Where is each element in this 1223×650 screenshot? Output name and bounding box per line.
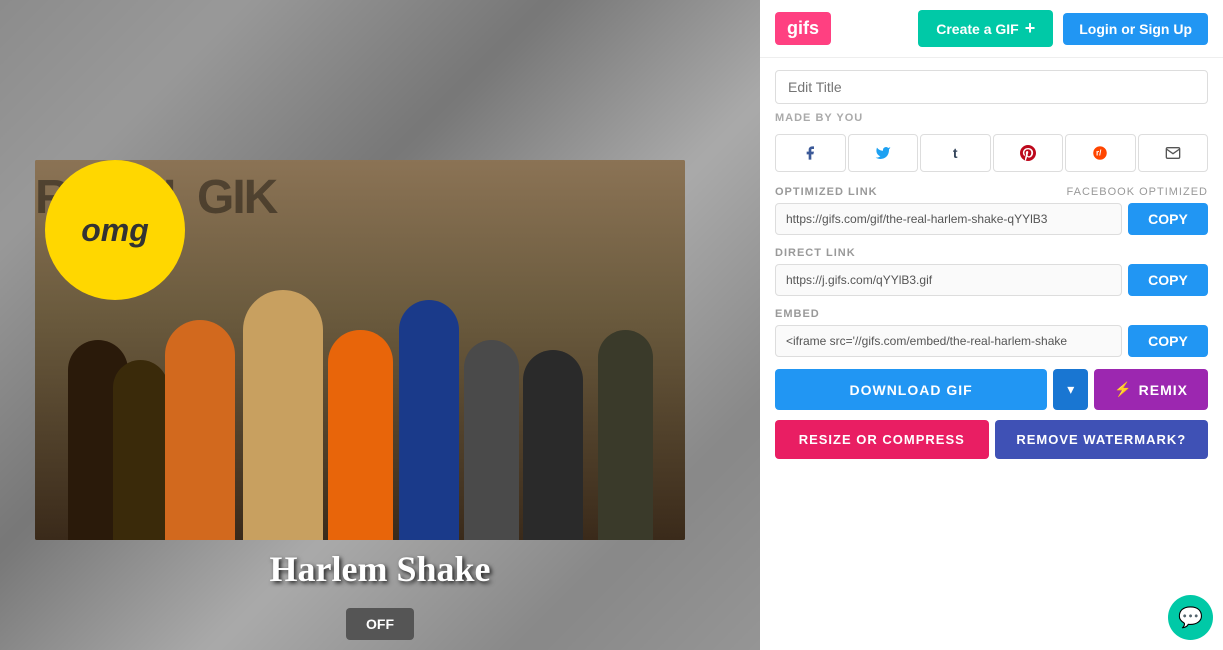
right-panel: gifs Create a GIF + Login or Sign Up MAD…: [760, 0, 1223, 650]
chevron-down-icon: ▾: [1067, 381, 1074, 397]
tumblr-share-button[interactable]: t: [920, 134, 991, 172]
remove-watermark-button[interactable]: REMOVE WATERMARK?: [995, 420, 1209, 459]
pinterest-share-button[interactable]: [993, 134, 1064, 172]
direct-link-label: DIRECT LINK: [775, 247, 856, 259]
gif-title-overlay: Harlem Shake: [270, 548, 491, 590]
download-options-button[interactable]: ▾: [1053, 369, 1088, 410]
svg-text:r/: r/: [1096, 149, 1102, 158]
edit-title-input[interactable]: [775, 70, 1208, 104]
optimized-link-section: OPTIMIZED LINK FACEBOOK OPTIMIZED https:…: [775, 186, 1208, 235]
optimized-link-input[interactable]: https://gifs.com/gif/the-real-harlem-sha…: [775, 203, 1122, 235]
embed-section: EMBED <iframe src='//gifs.com/embed/the-…: [775, 308, 1208, 357]
reddit-share-button[interactable]: r/: [1065, 134, 1136, 172]
embed-row: <iframe src='//gifs.com/embed/the-real-h…: [775, 325, 1208, 357]
facebook-share-button[interactable]: [775, 134, 846, 172]
logo[interactable]: gifs: [775, 12, 831, 45]
direct-link-row: https://j.gifs.com/qYYlB3.gif COPY: [775, 264, 1208, 296]
copy-embed-button[interactable]: COPY: [1128, 325, 1208, 357]
chat-bubble-button[interactable]: 💬: [1168, 595, 1213, 640]
copy-direct-button[interactable]: COPY: [1128, 264, 1208, 296]
optimized-link-row: https://gifs.com/gif/the-real-harlem-sha…: [775, 203, 1208, 235]
lightning-icon: ⚡: [1114, 381, 1132, 398]
fb-optimized-label: FACEBOOK OPTIMIZED: [1067, 186, 1208, 198]
embed-input[interactable]: <iframe src='//gifs.com/embed/the-real-h…: [775, 325, 1122, 357]
off-badge: OFF: [346, 608, 414, 640]
remix-button[interactable]: ⚡ REMIX: [1094, 369, 1208, 410]
direct-link-input[interactable]: https://j.gifs.com/qYYlB3.gif: [775, 264, 1122, 296]
chat-icon: 💬: [1178, 605, 1203, 630]
copy-optimized-button[interactable]: COPY: [1128, 203, 1208, 235]
social-share-row: t r/: [775, 134, 1208, 172]
resize-watermark-row: RESIZE OR COMPRESS REMOVE WATERMARK?: [775, 420, 1208, 459]
omg-circle: omg: [45, 160, 185, 300]
direct-link-header: DIRECT LINK: [775, 247, 1208, 259]
optimized-link-header: OPTIMIZED LINK FACEBOOK OPTIMIZED: [775, 186, 1208, 198]
header: gifs Create a GIF + Login or Sign Up: [760, 0, 1223, 58]
plus-icon: +: [1025, 18, 1036, 39]
download-remix-row: DOWNLOAD GIF ▾ ⚡ REMIX: [775, 369, 1208, 410]
login-button[interactable]: Login or Sign Up: [1063, 13, 1208, 45]
create-gif-button[interactable]: Create a GIF +: [918, 10, 1053, 47]
content-area: MADE BY YOU t r/ OPTIM: [760, 58, 1223, 471]
optimized-link-label: OPTIMIZED LINK: [775, 186, 878, 198]
made-by-label: MADE BY YOU: [775, 112, 1208, 124]
download-gif-button[interactable]: DOWNLOAD GIF: [775, 369, 1047, 410]
direct-link-section: DIRECT LINK https://j.gifs.com/qYYlB3.gi…: [775, 247, 1208, 296]
gif-preview-panel: RLEMI GIK omg Harlem Shake OFF: [0, 0, 760, 650]
resize-compress-button[interactable]: RESIZE OR COMPRESS: [775, 420, 989, 459]
embed-label: EMBED: [775, 308, 820, 320]
twitter-share-button[interactable]: [848, 134, 919, 172]
email-share-button[interactable]: [1138, 134, 1209, 172]
embed-header: EMBED: [775, 308, 1208, 320]
